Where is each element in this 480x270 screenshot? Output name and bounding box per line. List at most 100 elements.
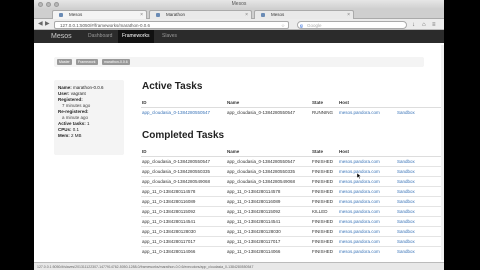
sandbox-link[interactable]: Sandbox bbox=[396, 215, 444, 226]
sandbox-link[interactable]: Sandbox bbox=[396, 195, 444, 206]
sandbox-link[interactable]: Sandbox bbox=[396, 205, 444, 216]
active-tasks-heading: Active Tasks bbox=[142, 81, 203, 92]
favicon-icon bbox=[261, 13, 265, 17]
table-row: app_11_0-1384280128030 app_11_0-13842801… bbox=[141, 225, 444, 236]
table-row: app_cloudasia_0-1384280549068 app_clouda… bbox=[141, 175, 444, 186]
sandbox-link[interactable]: Sandbox bbox=[396, 155, 444, 166]
task-id: app_11_0-1384280115092 bbox=[141, 205, 226, 216]
sandbox-link[interactable]: Sandbox bbox=[396, 175, 444, 186]
address-bar[interactable]: 127.0.0.1:5050/#/frameworks/marathon-0.0… bbox=[54, 20, 289, 29]
column-header-host[interactable]: Host bbox=[338, 99, 396, 108]
download-arrow-icon[interactable]: ↓ bbox=[412, 21, 415, 29]
bookmark-star-icon[interactable]: ☆ bbox=[281, 22, 285, 28]
column-header-id[interactable]: ID bbox=[141, 99, 226, 108]
breadcrumb-framework[interactable]: Framework bbox=[76, 59, 98, 65]
task-host-link[interactable]: mesos.pandora.com bbox=[338, 225, 396, 236]
task-state: FINISHED bbox=[311, 175, 338, 186]
sandbox-link[interactable]: Sandbox bbox=[396, 165, 444, 176]
task-host-link[interactable]: mesos.pandora.com bbox=[338, 106, 396, 117]
table-row: app_11_0-1384280117017 app_11_0-13842801… bbox=[141, 235, 444, 246]
task-host-link[interactable]: mesos.pandora.com bbox=[338, 245, 396, 256]
sandbox-link[interactable]: Sandbox bbox=[396, 185, 444, 196]
task-state: FINISHED bbox=[311, 165, 338, 176]
app-navbar: Mesos Dashboard Frameworks Slaves bbox=[34, 30, 444, 43]
mouse-cursor-icon bbox=[357, 173, 362, 179]
task-name: app_cloudasia_0-1384280550335 bbox=[226, 165, 311, 176]
browser-tab-marathon[interactable]: Marathon × bbox=[149, 10, 252, 19]
task-state: FINISHED bbox=[311, 155, 338, 166]
column-header-id[interactable]: ID bbox=[141, 148, 226, 157]
task-name: app_11_0-1384280115092 bbox=[226, 205, 311, 216]
browser-tab-mesos-2[interactable]: Mesos × bbox=[254, 10, 354, 19]
sandbox-link[interactable]: Sandbox bbox=[396, 245, 444, 256]
column-header-blank bbox=[396, 148, 444, 157]
page-scrollbar[interactable] bbox=[441, 45, 444, 260]
task-name: app_11_0-1384280117017 bbox=[226, 235, 311, 246]
back-arrow-icon[interactable]: ◀ bbox=[38, 20, 43, 28]
active-tasks-table: ID Name State Host app_cloudasia_0-13842… bbox=[141, 99, 444, 117]
task-name: app_11_0-1384280114066 bbox=[226, 245, 311, 256]
browser-tab-bar: Mesos × Marathon × Mesos × bbox=[34, 9, 444, 19]
menu-icon[interactable]: ≡ bbox=[432, 21, 436, 29]
favicon-icon bbox=[156, 13, 160, 17]
google-search-icon: g bbox=[300, 22, 303, 28]
task-state: FINISHED bbox=[311, 185, 338, 196]
breadcrumb-master[interactable]: Master bbox=[57, 59, 72, 65]
breadcrumb-current: marathon-0.0.6 bbox=[102, 59, 130, 65]
column-header-name[interactable]: Name bbox=[226, 99, 311, 108]
task-state: KILLED bbox=[311, 205, 338, 216]
active-tasks-label: Active tasks: bbox=[58, 121, 86, 126]
sandbox-link[interactable]: Sandbox bbox=[396, 235, 444, 246]
task-name: app_11_0-1384280114541 bbox=[226, 215, 311, 226]
task-host-link[interactable]: mesos.pandora.com bbox=[338, 185, 396, 196]
task-id: app_11_0-1384280116089 bbox=[141, 195, 226, 206]
reregistered-label: Re-registered: bbox=[58, 109, 89, 114]
sandbox-link[interactable]: Sandbox bbox=[396, 106, 444, 117]
nav-slaves[interactable]: Slaves bbox=[158, 30, 181, 43]
table-row: app_11_0-1384280115092 app_11_0-13842801… bbox=[141, 205, 444, 216]
nav-dashboard[interactable]: Dashboard bbox=[84, 30, 116, 43]
table-header-row: ID Name State Host bbox=[141, 99, 444, 108]
task-name: app_cloudasia_0-1384280550547 bbox=[226, 155, 311, 166]
user-value: vagrant bbox=[70, 91, 86, 96]
column-header-state[interactable]: State bbox=[311, 99, 338, 108]
forward-arrow-icon[interactable]: ▶ bbox=[45, 20, 50, 28]
task-id: app_cloudasia_0-1384280550547 bbox=[141, 155, 226, 166]
task-name: app_11_0-1384280128030 bbox=[226, 225, 311, 236]
browser-tab-label: Mesos bbox=[69, 12, 83, 17]
sandbox-link[interactable]: Sandbox bbox=[396, 225, 444, 236]
home-icon[interactable]: ⌂ bbox=[422, 21, 426, 29]
task-host-link[interactable]: mesos.pandora.com bbox=[338, 195, 396, 206]
search-input[interactable]: g Google bbox=[297, 20, 407, 29]
search-placeholder: Google bbox=[307, 22, 322, 28]
nav-frameworks[interactable]: Frameworks bbox=[118, 30, 154, 43]
mem-value: 2 MB bbox=[71, 133, 82, 138]
column-header-name[interactable]: Name bbox=[226, 148, 311, 157]
close-tab-icon[interactable]: × bbox=[347, 11, 350, 19]
completed-tasks-table: ID Name State Host app_cloudasia_0-13842… bbox=[141, 148, 444, 256]
close-tab-icon[interactable]: × bbox=[245, 11, 248, 19]
task-host-link[interactable]: mesos.pandora.com bbox=[338, 155, 396, 166]
favicon-icon bbox=[59, 13, 63, 17]
close-tab-icon[interactable]: × bbox=[140, 11, 143, 19]
address-bar-text: 127.0.0.1:5050/#/frameworks/marathon-0.0… bbox=[60, 22, 151, 28]
task-host-link[interactable]: mesos.pandora.com bbox=[338, 165, 396, 176]
browser-window: Mesos Mesos × Marathon × Mesos × ◀ ▶ 127… bbox=[34, 0, 444, 270]
task-name: app_cloudasia_0-1384280549068 bbox=[226, 175, 311, 186]
cpus-value: 0.1 bbox=[72, 127, 80, 132]
column-header-state[interactable]: State bbox=[311, 148, 338, 157]
task-host-link[interactable]: mesos.pandora.com bbox=[338, 175, 396, 186]
task-name: app_cloudasia_0-1384280550547 bbox=[226, 106, 311, 117]
name-label: Name: bbox=[58, 85, 72, 90]
brand-logo[interactable]: Mesos bbox=[51, 30, 72, 43]
task-host-link[interactable]: mesos.pandora.com bbox=[338, 215, 396, 226]
task-host-link[interactable]: mesos.pandora.com bbox=[338, 205, 396, 216]
task-state: RUNNING bbox=[311, 106, 338, 117]
browser-tab-mesos[interactable]: Mesos × bbox=[52, 10, 147, 19]
browser-tab-label: Marathon bbox=[166, 12, 186, 17]
table-row: app_cloudasia_0-1384280550335 app_clouda… bbox=[141, 165, 444, 176]
task-id-link[interactable]: app_cloudasia_0-1384280550547 bbox=[141, 106, 226, 117]
table-header-row: ID Name State Host bbox=[141, 148, 444, 157]
column-header-host[interactable]: Host bbox=[338, 148, 396, 157]
task-host-link[interactable]: mesos.pandora.com bbox=[338, 235, 396, 246]
